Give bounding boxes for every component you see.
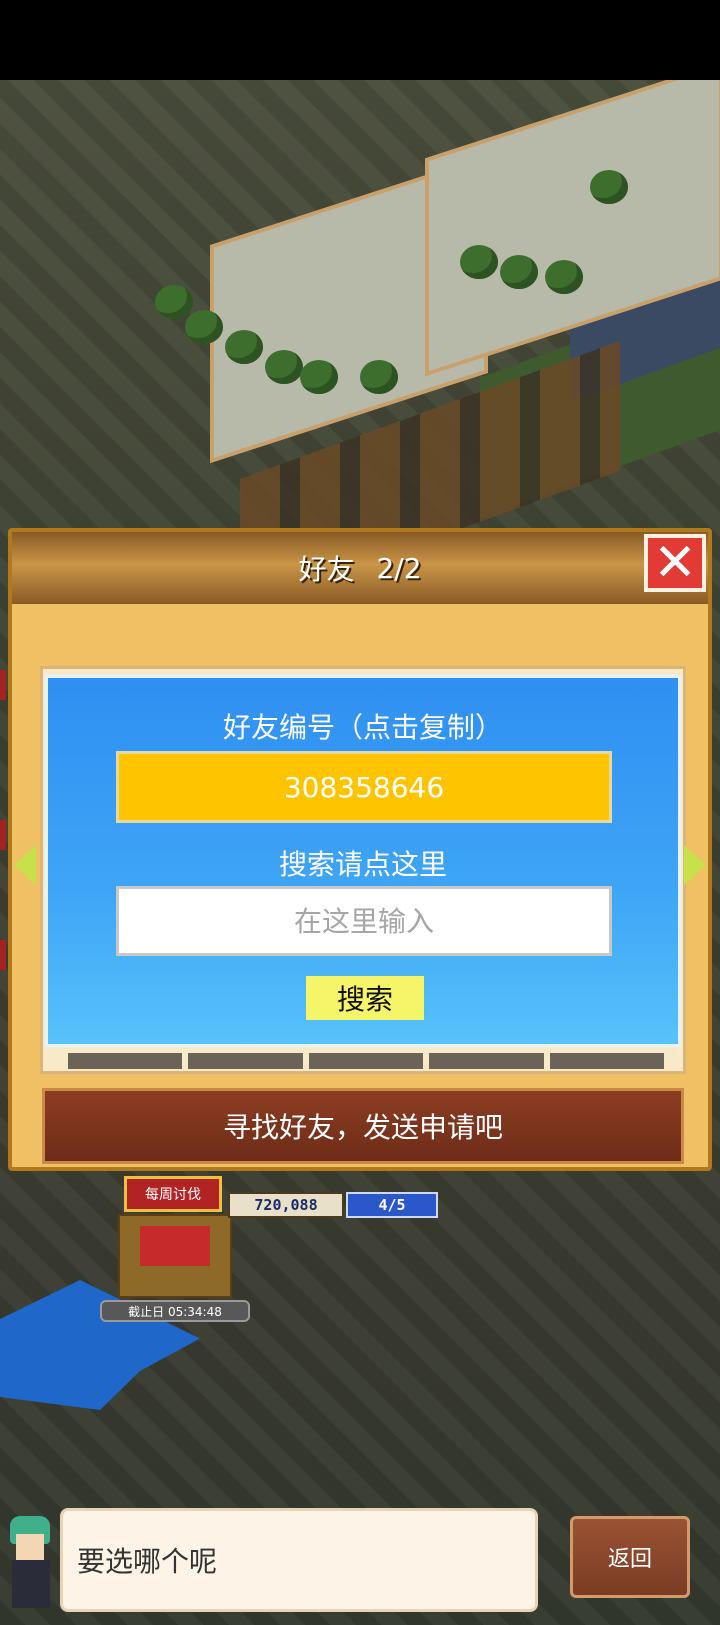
avatar-body	[12, 1560, 50, 1608]
page-tab[interactable]	[429, 1053, 544, 1069]
bush-icon	[300, 360, 338, 394]
deadline-timer: 截止日 05:34:48	[100, 1300, 250, 1322]
page-tab[interactable]	[308, 1053, 424, 1069]
bush-icon	[460, 245, 498, 279]
search-label: 搜索请点这里	[278, 848, 447, 881]
side-tab[interactable]	[0, 670, 6, 700]
back-button[interactable]: 返回	[570, 1516, 690, 1598]
bush-icon	[545, 260, 583, 294]
friend-count: 2/2	[376, 551, 422, 585]
side-tab[interactable]	[0, 820, 6, 850]
page-tab[interactable]	[188, 1053, 303, 1069]
friends-dialog: 好友 2/2 ✕ 好友编号（点击复制） 308358646 搜索请点这里 搜索 …	[8, 528, 712, 1171]
bush-icon	[590, 170, 628, 204]
bush-icon	[225, 330, 263, 364]
dialog-title: 好友	[298, 553, 355, 586]
find-friends-button[interactable]: 寻找好友，发送申请吧	[42, 1088, 684, 1164]
advisor-avatar	[2, 1512, 60, 1612]
dialog-header: 好友 2/2	[12, 532, 708, 604]
weekly-battle-badge[interactable]: 每周讨伐	[124, 1176, 222, 1212]
bush-icon	[360, 360, 398, 394]
search-button[interactable]: 搜索	[306, 976, 424, 1020]
close-icon: ✕	[653, 533, 697, 593]
page-tab-strip	[68, 1053, 665, 1069]
status-bar	[0, 0, 720, 80]
friend-id-box[interactable]: 308358646	[116, 751, 612, 823]
friend-panel-frame: 好友编号（点击复制） 308358646 搜索请点这里 搜索	[40, 666, 686, 1074]
friend-id-panel: 好友编号（点击复制） 308358646 搜索请点这里 搜索	[45, 675, 681, 1047]
friend-id-label: 好友编号（点击复制）	[222, 711, 503, 744]
bush-icon	[155, 285, 193, 319]
prev-page-arrow-icon[interactable]	[14, 845, 36, 885]
bush-icon	[500, 255, 538, 289]
bush-icon	[265, 350, 303, 384]
castle-building[interactable]	[118, 1214, 232, 1298]
next-page-arrow-icon[interactable]	[684, 845, 706, 885]
bush-icon	[185, 310, 223, 344]
avatar-face	[16, 1534, 44, 1560]
search-input[interactable]	[116, 886, 612, 956]
castle-roof	[140, 1226, 210, 1266]
page-tab[interactable]	[68, 1053, 183, 1069]
side-tab[interactable]	[0, 940, 6, 970]
page-tab[interactable]	[549, 1053, 665, 1069]
close-button[interactable]: ✕	[644, 534, 706, 592]
speech-box: 要选哪个呢	[60, 1508, 538, 1612]
weekly-progress: 4/5	[346, 1192, 438, 1218]
weekly-score: 720,088	[228, 1192, 344, 1218]
